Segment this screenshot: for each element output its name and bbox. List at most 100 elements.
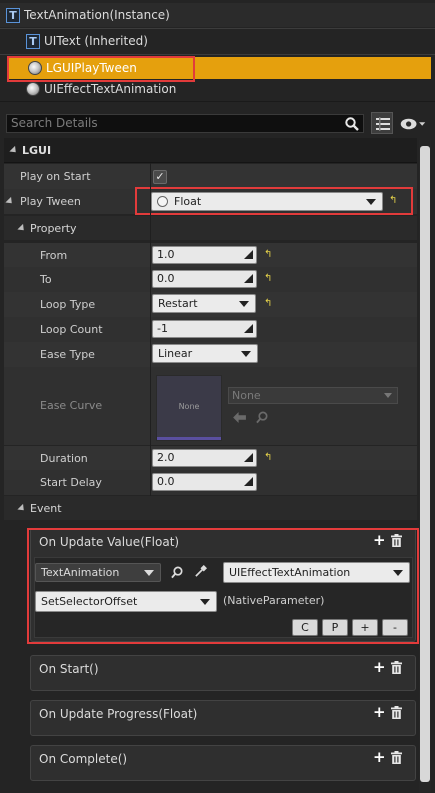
target-component-dropdown[interactable]: UIEffectTextAnimation — [223, 562, 410, 583]
chevron-down-icon — [241, 351, 251, 357]
loop-count-value: -1 — [157, 322, 168, 335]
chevron-down-icon — [144, 570, 154, 576]
curve-asset-picker[interactable]: None — [228, 387, 398, 404]
row-play-tween: Play Tween Float ↰ — [4, 189, 417, 214]
from-value: 1.0 — [157, 248, 175, 261]
tree-item-lguiplaytween[interactable]: LGUIPlayTween — [8, 57, 431, 79]
start-delay-label: Start Delay — [40, 476, 102, 489]
param-label: (NativeParameter) — [223, 594, 325, 607]
target-component-value: UIEffectTextAnimation — [229, 566, 351, 579]
ease-type-dropdown[interactable]: Linear — [152, 344, 258, 363]
curve-thumb-text: None — [178, 402, 200, 411]
collapse-arrow-icon — [17, 503, 27, 513]
search-placeholder: Search Details — [11, 116, 98, 130]
event-title: On Complete() — [39, 752, 128, 766]
expand-arrow-icon[interactable] — [5, 196, 15, 207]
column-divider[interactable] — [150, 163, 151, 498]
reset-to-default-icon[interactable]: ↰ — [264, 299, 274, 309]
target-actor-dropdown[interactable]: TextAnimation — [35, 563, 161, 582]
browse-search-icon[interactable] — [256, 411, 269, 424]
reset-to-default-icon[interactable]: ↰ — [264, 453, 274, 463]
tree-row-root[interactable]: T TextAnimation(Instance) — [0, 3, 435, 27]
reset-to-default-icon[interactable]: ↰ — [264, 274, 274, 284]
paste-button[interactable]: P — [322, 619, 348, 636]
trash-icon[interactable] — [391, 534, 402, 547]
ease-curve-label: Ease Curve — [40, 399, 103, 412]
collapse-arrow-icon — [9, 145, 19, 155]
row-loop-count: Loop Count -1 — [4, 317, 417, 342]
curve-asset-thumbnail[interactable]: None — [156, 375, 222, 441]
play-tween-value: Float — [174, 195, 202, 208]
browse-search-icon[interactable] — [171, 566, 184, 579]
trash-icon[interactable] — [391, 751, 402, 764]
function-dropdown[interactable]: SetSelectorOffset — [35, 591, 217, 612]
drag-handle-icon — [244, 324, 253, 333]
tree-item-uitext[interactable]: T UIText (Inherited) — [0, 29, 435, 53]
loop-count-input[interactable]: -1 — [152, 320, 257, 338]
row-ease-type: Ease Type Linear — [4, 342, 417, 367]
row-to: To 0.0 ↰ — [4, 267, 417, 292]
tree-item-label: LGUIPlayTween — [46, 61, 137, 75]
drag-handle-icon — [244, 477, 253, 486]
tree-item-uieffecttextanimation[interactable]: UIEffectTextAnimation — [0, 77, 435, 101]
to-value: 0.0 — [157, 272, 175, 285]
chevron-down-icon — [393, 570, 403, 576]
copy-button[interactable]: C — [292, 619, 318, 636]
search-input[interactable]: Search Details — [6, 114, 364, 133]
tree-root-label: TextAnimation(Instance) — [24, 8, 170, 22]
curve-asset-value: None — [232, 389, 261, 402]
play-on-start-label: Play on Start — [20, 170, 91, 183]
add-binding-button[interactable]: + — [352, 619, 378, 636]
from-input[interactable]: 1.0 — [152, 246, 257, 264]
chevron-down-icon — [200, 599, 210, 605]
group-event[interactable]: Event — [4, 496, 417, 520]
use-selected-arrow-icon[interactable] — [233, 412, 246, 423]
drag-handle-icon — [244, 453, 253, 462]
scrollbar-thumb[interactable] — [420, 146, 430, 782]
chevron-down-icon — [384, 393, 392, 398]
chevron-down-icon — [239, 301, 249, 307]
add-icon[interactable]: + — [373, 660, 386, 675]
drag-handle-icon — [244, 274, 253, 283]
from-label: From — [40, 249, 68, 262]
add-icon[interactable]: + — [373, 750, 386, 765]
trash-icon[interactable] — [391, 661, 402, 674]
event-on-update-progress: On Update Progress(Float) + — [30, 700, 416, 736]
row-duration: Duration 2.0 ↰ — [4, 446, 417, 471]
start-delay-input[interactable]: 0.0 — [152, 473, 257, 491]
play-on-start-checkbox[interactable]: ✓ — [153, 170, 167, 184]
grid-icon — [376, 117, 390, 131]
reset-to-default-icon[interactable]: ↰ — [389, 196, 399, 206]
trash-icon[interactable] — [391, 706, 402, 719]
chevron-down-icon — [366, 199, 376, 205]
loop-type-dropdown[interactable]: Restart — [152, 294, 256, 313]
function-value: SetSelectorOffset — [41, 595, 138, 608]
remove-binding-button[interactable]: - — [382, 619, 408, 636]
add-icon[interactable]: + — [373, 705, 386, 720]
drag-handle-icon — [244, 250, 253, 259]
collapse-arrow-icon — [17, 223, 27, 233]
group-property[interactable]: Property — [4, 216, 417, 240]
duration-input[interactable]: 2.0 — [152, 449, 257, 467]
property-matrix-button[interactable] — [371, 112, 393, 134]
row-loop-type: Loop Type Restart ↰ — [4, 292, 417, 317]
eye-icon[interactable] — [398, 117, 428, 131]
to-label: To — [40, 273, 52, 286]
target-actor-value: TextAnimation — [41, 566, 120, 579]
duration-value: 2.0 — [157, 451, 175, 464]
to-input[interactable]: 0.0 — [152, 270, 257, 288]
event-on-start: On Start() + — [30, 655, 416, 691]
event-title: On Update Value(Float) — [39, 535, 180, 549]
category-lgui[interactable]: LGUI — [4, 138, 417, 163]
tree-item-label: UIEffectTextAnimation — [44, 82, 177, 96]
play-tween-dropdown[interactable]: Float — [151, 192, 383, 211]
tree-item-label: UIText (Inherited) — [44, 34, 148, 48]
gear-component-icon — [26, 82, 40, 96]
play-tween-label: Play Tween — [20, 195, 81, 208]
search-icon[interactable] — [345, 117, 359, 131]
reset-to-default-icon[interactable]: ↰ — [264, 250, 274, 260]
eyedropper-icon[interactable] — [194, 565, 207, 578]
text-component-icon: T — [6, 7, 20, 23]
loop-type-value: Restart — [158, 297, 198, 310]
add-icon[interactable]: + — [373, 533, 386, 548]
